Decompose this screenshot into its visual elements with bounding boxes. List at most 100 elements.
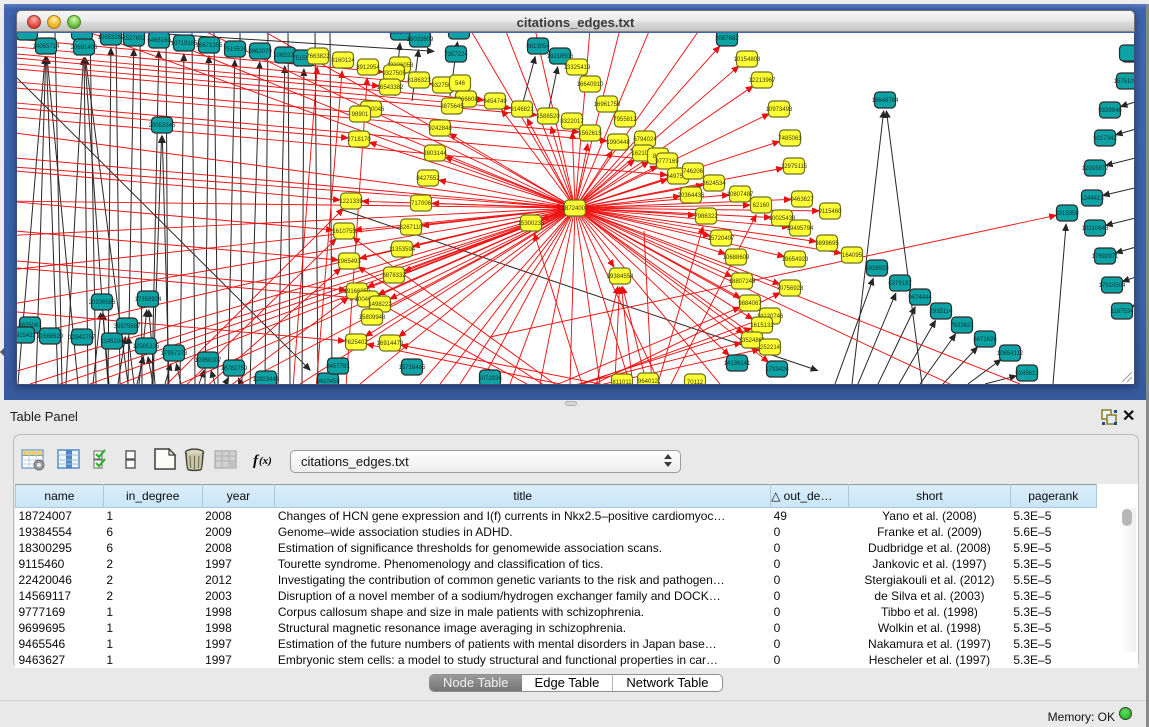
svg-text:6379197: 6379197	[888, 281, 912, 287]
svg-text:7515526: 7515526	[223, 47, 247, 53]
svg-text:1615132: 1615132	[750, 323, 774, 329]
svg-text:11568629: 11568629	[37, 334, 64, 340]
svg-text:20053346: 20053346	[149, 123, 176, 129]
svg-text:546: 546	[455, 81, 466, 87]
svg-text:746206: 746206	[683, 169, 704, 175]
svg-text:16782759: 16782759	[221, 366, 248, 372]
svg-text:2087682: 2087682	[715, 36, 739, 42]
svg-text:9457791: 9457791	[326, 364, 350, 370]
svg-text:964012: 964012	[638, 379, 659, 384]
svg-text:7986322: 7986322	[694, 214, 718, 220]
svg-text:98901: 98901	[352, 112, 369, 118]
svg-text:8471626: 8471626	[973, 337, 997, 343]
svg-text:20691406: 20691406	[71, 45, 98, 51]
svg-text:10210643: 10210643	[1082, 226, 1109, 232]
svg-text:19495794: 19495794	[787, 226, 814, 232]
svg-text:9115460: 9115460	[819, 209, 843, 215]
svg-text:1588520: 1588520	[536, 114, 560, 120]
svg-text:15809948: 15809948	[359, 315, 386, 321]
svg-text:10958107: 10958107	[195, 358, 222, 364]
svg-text:7632621: 7632621	[950, 323, 974, 329]
svg-text:252214: 252214	[760, 345, 781, 351]
svg-text:8454749: 8454749	[483, 99, 507, 105]
svg-text:1610755: 1610755	[332, 229, 356, 235]
svg-text:3215958: 3215958	[1055, 211, 1079, 217]
svg-text:16033809: 16033809	[407, 37, 434, 43]
svg-text:14136141: 14136141	[724, 361, 751, 367]
svg-text:18724007: 18724007	[562, 206, 589, 212]
svg-text:1221339: 1221339	[339, 199, 363, 205]
svg-text:6466160: 6466160	[147, 38, 171, 44]
svg-text:13325419: 13325419	[564, 65, 591, 71]
svg-text:9474444: 9474444	[908, 295, 932, 301]
svg-text:(x): (x)	[259, 455, 272, 467]
svg-text:1167534: 1167534	[1111, 309, 1134, 315]
svg-text:12213967: 12213967	[749, 78, 776, 84]
svg-text:9463627: 9463627	[790, 197, 814, 203]
svg-text:8427552: 8427552	[416, 176, 440, 182]
svg-text:6794024: 6794024	[633, 137, 657, 143]
svg-text:9777169: 9777169	[655, 159, 679, 165]
svg-text:17957273: 17957273	[161, 351, 188, 357]
svg-text:20206586: 20206586	[89, 300, 116, 306]
svg-text:62160: 62160	[753, 203, 770, 209]
svg-text:3875645: 3875645	[440, 104, 464, 110]
svg-text:811011: 811011	[612, 380, 632, 384]
svg-text:7357224: 7357224	[444, 52, 468, 58]
svg-text:17359924: 17359924	[135, 297, 162, 303]
svg-text:16961758: 16961758	[594, 102, 621, 108]
svg-text:39975887: 39975887	[114, 324, 141, 330]
svg-text:18807249: 18807249	[729, 279, 756, 285]
svg-text:9862070: 9862070	[248, 49, 272, 55]
svg-text:10973493: 10973493	[766, 107, 793, 113]
svg-text:12505135: 12505135	[133, 344, 160, 350]
svg-text:10154808: 10154808	[734, 57, 761, 63]
svg-text:9410458: 9410458	[316, 379, 340, 384]
svg-text:7955812: 7955812	[613, 117, 637, 123]
svg-text:1965493: 1965493	[337, 259, 361, 265]
svg-text:2803144: 2803144	[423, 151, 447, 157]
svg-text:10719185: 10719185	[171, 41, 198, 47]
svg-text:9146821: 9146821	[510, 107, 534, 113]
svg-text:1072936: 1072936	[478, 376, 502, 382]
svg-text:717006: 717006	[411, 201, 432, 207]
svg-text:15751074: 15751074	[1114, 79, 1134, 85]
svg-text:7625402: 7625402	[344, 340, 368, 346]
svg-text:9884067: 9884067	[738, 301, 762, 307]
svg-text:12093872: 12093872	[1082, 166, 1109, 172]
svg-text:5938928: 5938928	[865, 266, 889, 272]
svg-text:1733426: 1733426	[765, 367, 789, 373]
svg-text:10654112: 10654112	[997, 351, 1024, 357]
svg-text:8322017: 8322017	[560, 119, 584, 125]
svg-text:12942757: 12942757	[69, 335, 96, 341]
svg-text:1145194: 1145194	[101, 339, 125, 345]
svg-text:164095: 164095	[842, 253, 863, 259]
svg-text:10688609: 10688609	[723, 255, 750, 261]
svg-text:7485063: 7485063	[778, 136, 802, 142]
svg-text:16640910: 16640910	[577, 82, 604, 88]
svg-text:19654923: 19654923	[782, 257, 809, 263]
svg-text:1562615: 1562615	[578, 131, 602, 137]
svg-text:8878332: 8878332	[382, 273, 406, 279]
svg-text:70112: 70112	[687, 380, 704, 384]
svg-text:9227342: 9227342	[1093, 136, 1117, 142]
svg-text:11353594: 11353594	[389, 247, 416, 253]
svg-text:8813054: 8813054	[526, 44, 550, 50]
svg-text:16543382: 16543382	[377, 85, 404, 91]
svg-text:16671355: 16671355	[196, 43, 223, 49]
svg-text:15720407: 15720407	[708, 236, 735, 242]
svg-text:14055714: 14055714	[33, 44, 60, 50]
svg-text:9327505: 9327505	[382, 71, 406, 77]
svg-text:16914479: 16914479	[377, 341, 404, 347]
svg-text:17010504: 17010504	[1099, 283, 1126, 289]
svg-text:15300233: 15300233	[518, 221, 545, 227]
svg-text:9899695: 9899695	[815, 241, 839, 247]
svg-text:8186323: 8186323	[407, 78, 431, 84]
svg-text:12975115: 12975115	[781, 164, 808, 170]
svg-text:2718170: 2718170	[347, 137, 371, 143]
svg-text:1498222: 1498222	[368, 302, 392, 308]
svg-text:2935114: 2935114	[930, 309, 954, 315]
svg-text:9242848: 9242848	[428, 126, 452, 132]
svg-text:16648784: 16648784	[872, 98, 899, 104]
svg-text:8267110: 8267110	[400, 225, 424, 231]
